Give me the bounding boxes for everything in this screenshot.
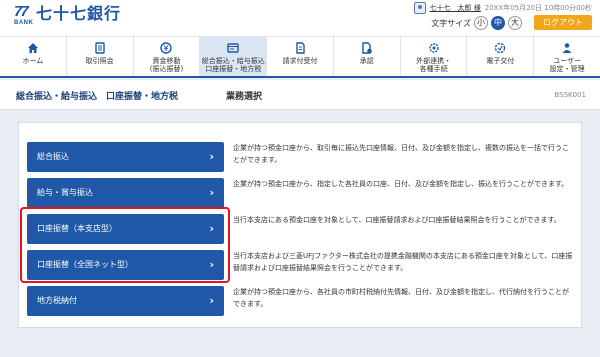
approval-icon (362, 42, 372, 54)
logo-number: 77 (14, 3, 29, 20)
nav-item-transaction-inquiry[interactable]: 取引照会 (67, 37, 134, 76)
electronic-delivery-icon (495, 42, 506, 54)
menu-row-salary-transfer: 給与・賞与振込 › 企業が持つ預金口座から、指定した各社員の口座、日付、及び金額… (19, 175, 583, 211)
user-info: 七十七 太郎 様 20XX年05月20日 10時00分00秒 (413, 2, 592, 14)
nav-label-external-link: 外部連携・ 各種手続 (416, 57, 452, 73)
nav-label-user-settings: ユーザー 設定・管理 (549, 57, 585, 73)
nav-item-fund-transfer[interactable]: 資金移動 (振込振替) (134, 37, 201, 76)
logo-mark: 77 BANK (14, 3, 34, 30)
nav-label-approval: 承認 (359, 57, 374, 65)
transfer-window-icon (227, 43, 239, 53)
bank-logo[interactable]: 77 BANK 七十七銀行 (14, 4, 121, 30)
nav-item-external-link[interactable]: 外部連携・ 各種手続 (401, 37, 468, 76)
nav-item-electronic-delivery[interactable]: 電子交付 (467, 37, 535, 76)
global-nav: ホーム 取引照会 資金移動 (振込振替) 総合振込・給与振込 口座振替・地方税 … (0, 36, 600, 78)
screen-id: BSSK001 (554, 91, 586, 99)
nav-item-bulk-transfer[interactable]: 総合振込・給与振込 口座振替・地方税 (200, 37, 268, 76)
chevron-right-icon: › (209, 294, 214, 307)
text-size-medium-button[interactable]: 中 (491, 16, 505, 30)
salary-transfer-label: 給与・賞与振込 (37, 188, 93, 197)
ledger-icon (94, 42, 105, 54)
nav-item-home[interactable]: ホーム (0, 37, 67, 76)
link-gear-icon (428, 43, 439, 53)
page-title-bar: 総合振込・給与振込 口座振替・地方税 業務選択 BSSK001 (0, 80, 600, 110)
logout-button[interactable]: ログアウト (534, 15, 592, 30)
nav-label-fund-transfer: 資金移動 (振込振替) (149, 57, 184, 73)
page-bottom (0, 340, 600, 357)
salary-transfer-description: 企業が持つ預金口座から、指定した各社員の口座、日付、及び金額を指定し、振込を行う… (233, 180, 569, 188)
nav-label-electronic-delivery: 電子交付 (486, 57, 515, 65)
chevron-right-icon: › (209, 150, 214, 163)
text-size-large-button[interactable]: 大 (508, 16, 522, 30)
user-icon (413, 2, 426, 14)
local-tax-description: 企業が持つ預金口座から、各社員の市町村税納付先情報、日付、及び金額を指定し、代行… (233, 288, 569, 308)
nav-label-home: ホーム (22, 57, 44, 65)
menu-row-bulk-transfer: 総合振込 › 企業が持つ預金口座から、取引毎に振込先口座情報、日付、及び金額を指… (19, 139, 583, 175)
page-subtitle: 業務選択 (226, 92, 263, 102)
logo-bank-text: BANK (14, 20, 34, 26)
home-icon (27, 43, 38, 53)
header: 77 BANK 七十七銀行 七十七 太郎 様 20XX年05月20日 10時00… (0, 0, 600, 36)
local-tax-button[interactable]: 地方税納付 › (27, 286, 224, 316)
local-tax-label: 地方税納付 (37, 296, 77, 305)
text-size-small-button[interactable]: 小 (474, 16, 488, 30)
bulk-transfer-label: 総合振込 (37, 152, 69, 161)
bulk-transfer-description: 企業が持つ預金口座から、取引毎に振込先口座情報、日付、及び金額を指定し、複数の振… (233, 144, 569, 164)
account-transfer-national-description: 当行本支店および三菱UFJファクター株式会社の提携金融機関の本支店にある預金口座… (233, 252, 573, 272)
document-icon (296, 42, 305, 54)
highlight-box (20, 207, 230, 283)
bank-name: 七十七銀行 (36, 4, 122, 23)
login-datetime: 20XX年05月20日 10時00分00秒 (484, 4, 592, 12)
bulk-transfer-button[interactable]: 総合振込 › (27, 142, 224, 172)
nav-label-transaction-inquiry: 取引照会 (85, 57, 114, 65)
user-settings-icon (562, 43, 572, 53)
nav-item-user-settings[interactable]: ユーザー 設定・管理 (534, 37, 600, 76)
account-transfer-branch-description: 当行本支店にある預金口座を対象として、口座振替請求および口座振替結果照会を行うこ… (233, 216, 561, 224)
text-size-label: 文字サイズ (431, 18, 471, 28)
page-title: 総合振込・給与振込 口座振替・地方税 (16, 92, 179, 102)
nav-label-bulk-transfer: 総合振込・給与振込 口座振替・地方税 (201, 57, 265, 73)
nav-item-approval[interactable]: 承認 (334, 37, 401, 76)
yen-transfer-icon (160, 42, 173, 54)
user-name[interactable]: 七十七 太郎 様 (430, 3, 481, 13)
chevron-right-icon: › (209, 186, 214, 199)
salary-transfer-button[interactable]: 給与・賞与振込 › (27, 178, 224, 208)
nav-label-request-reception: 請求付受付 (282, 57, 318, 65)
text-size-control: 文字サイズ 小 中 大 (431, 16, 522, 30)
menu-row-local-tax: 地方税納付 › 企業が持つ預金口座から、各社員の市町村税納付先情報、日付、及び金… (19, 283, 583, 319)
nav-item-request-reception[interactable]: 請求付受付 (267, 37, 334, 76)
